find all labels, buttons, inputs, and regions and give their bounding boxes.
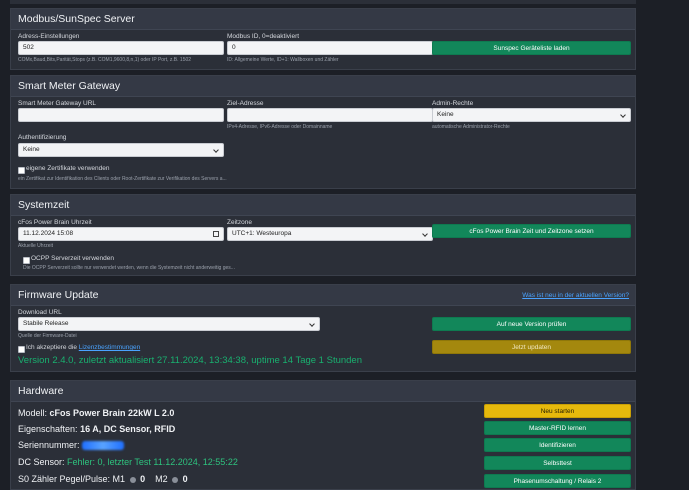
ocpp-time-help: Die OCPP Serverzeit sollte nur verwendet…	[23, 265, 235, 271]
accept-license-prefix: Ich akzeptiere die	[26, 344, 77, 351]
auth-label: Authentifizierung	[18, 134, 67, 141]
gateway-url-input[interactable]	[18, 108, 224, 122]
gateway-panel: Smart Meter Gateway Smart Meter Gateway …	[10, 75, 636, 189]
selftest-button[interactable]: Selbsttest	[484, 456, 631, 470]
modbus-id-help: ID: Allgemeine Werte, ID+1: Wallboxen un…	[227, 57, 339, 63]
ocpp-time-checkbox[interactable]	[23, 257, 30, 264]
download-url-label: Download URL	[18, 309, 62, 316]
dc-sensor-label: DC Sensor:	[18, 457, 65, 467]
timezone-label: Zeitzone	[227, 219, 252, 226]
auth-select[interactable]: Keine	[18, 143, 224, 157]
dc-sensor-value: Fehler: 0, letzter Test 11.12.2024, 12:5…	[67, 457, 238, 467]
gateway-panel-title: Smart Meter Gateway	[18, 80, 121, 92]
timezone-select[interactable]: UTC+1: Westeuropa	[227, 227, 433, 241]
modbus-panel-title: Modbus/SunSpec Server	[18, 13, 135, 25]
clock-label: cFos Power Brain Uhrzeit	[18, 219, 92, 226]
properties-value: 16 A, DC Sensor, RFID	[80, 424, 176, 434]
accept-license-checkbox[interactable]	[18, 346, 25, 353]
own-cert-help: ein Zertifikat zur Identifikation des Cl…	[18, 176, 227, 182]
firmware-panel-title: Firmware Update	[18, 289, 99, 301]
learn-master-rfid-button[interactable]: Master-RFID lernen	[484, 421, 631, 435]
address-input[interactable]: 502	[18, 41, 224, 55]
serial-row: Seriennummer:	[18, 440, 125, 451]
m1-value: 0	[140, 474, 146, 484]
admin-rights-value: Keine	[437, 111, 454, 118]
timezone-value: UTC+1: Westeuropa	[232, 230, 292, 237]
m2-label: M2	[155, 474, 168, 484]
previous-panel-edge	[10, 0, 636, 4]
target-address-label: Ziel-Adresse	[227, 100, 264, 107]
address-help: COMx,Baud,Bits,Parität,Stops (z.B. COM1,…	[18, 57, 192, 63]
properties-label: Eigenschaften:	[18, 424, 78, 434]
calendar-icon[interactable]	[213, 231, 219, 237]
download-url-select[interactable]: Stabile Release	[18, 317, 320, 331]
systime-panel-header: Systemzeit	[11, 195, 635, 216]
status-dot-icon	[172, 476, 179, 483]
systime-panel: Systemzeit cFos Power Brain Uhrzeit 11.1…	[10, 194, 636, 276]
serial-redacted	[82, 441, 125, 451]
own-cert-checkbox[interactable]	[18, 167, 25, 174]
address-label: Adress-Einstellungen	[18, 33, 80, 40]
clock-value: 11.12.2024 15:08	[23, 230, 74, 237]
admin-rights-select[interactable]: Keine	[432, 108, 631, 122]
phase-switch-button[interactable]: Phasenumschaltung / Relais 2	[484, 474, 631, 488]
identify-button[interactable]: Identifizieren	[484, 438, 631, 452]
check-version-button[interactable]: Auf neue Version prüfen	[432, 317, 631, 331]
status-dot-icon	[129, 476, 136, 483]
firmware-panel-header: Firmware Update Was ist neu in der aktue…	[11, 285, 635, 306]
whats-new-link[interactable]: Was ist neu in der aktuellen Version?	[522, 292, 629, 299]
modbus-id-input[interactable]: 0	[227, 41, 433, 55]
hardware-panel-title: Hardware	[18, 385, 64, 397]
clock-input[interactable]: 11.12.2024 15:08	[18, 227, 224, 241]
own-cert-label: eigene Zertifikate verwenden	[26, 165, 110, 172]
m2-value: 0	[182, 474, 188, 484]
set-time-button[interactable]: cFos Power Brain Zeit und Zeitzone setze…	[432, 224, 631, 238]
download-url-help: Quelle der Firmware-Datei	[18, 333, 77, 339]
gateway-url-label: Smart Meter Gateway URL	[18, 100, 97, 107]
target-address-input[interactable]	[227, 108, 433, 122]
systime-panel-title: Systemzeit	[18, 199, 70, 211]
target-address-help: IPv4-Adresse, IPv6-Adresse oder Domainna…	[227, 124, 333, 130]
load-sunspec-button[interactable]: Sunspec Geräteliste laden	[432, 41, 631, 55]
modbus-panel: Modbus/SunSpec Server Adress-Einstellung…	[10, 8, 636, 70]
serial-label: Seriennummer:	[18, 440, 80, 450]
s0-row: S0 Zähler Pegel/Pulse: M1 0 M2 0	[18, 474, 188, 484]
ocpp-time-label: OCPP Serverzeit verwenden	[31, 255, 114, 262]
auth-value: Keine	[23, 146, 40, 153]
clock-help: Aktuelle Uhrzeit	[18, 243, 54, 249]
license-link[interactable]: Lizenzbestimmungen	[79, 344, 140, 351]
dc-sensor-row: DC Sensor: Fehler: 0, letzter Test 11.12…	[18, 457, 238, 467]
admin-rights-label: Admin-Rechte	[432, 100, 474, 107]
restart-button[interactable]: Neu starten	[484, 404, 631, 418]
modbus-id-label: Modbus ID, 0=deaktiviert	[227, 33, 300, 40]
model-row: Modell: cFos Power Brain 22kW L 2.0	[18, 408, 174, 418]
model-label: Modell:	[18, 408, 48, 418]
modbus-panel-header: Modbus/SunSpec Server	[11, 9, 635, 30]
firmware-panel: Firmware Update Was ist neu in der aktue…	[10, 284, 636, 372]
hardware-panel-header: Hardware	[11, 381, 635, 402]
accept-license-text: Ich akzeptiere die Lizenzbestimmungen	[26, 344, 140, 351]
download-url-value: Stabile Release	[23, 320, 69, 327]
gateway-panel-header: Smart Meter Gateway	[11, 76, 635, 97]
hardware-panel: Hardware Modell: cFos Power Brain 22kW L…	[10, 380, 636, 490]
update-now-button[interactable]: Jetzt updaten	[432, 340, 631, 354]
admin-rights-help: automatische Administrator-Rechte	[432, 124, 510, 130]
s0-label: S0 Zähler Pegel/Pulse: M1	[18, 474, 126, 484]
model-value: cFos Power Brain 22kW L 2.0	[49, 408, 175, 418]
properties-row: Eigenschaften: 16 A, DC Sensor, RFID	[18, 424, 175, 434]
version-info: Version 2.4.0, zuletzt aktualisiert 27.1…	[18, 355, 362, 366]
